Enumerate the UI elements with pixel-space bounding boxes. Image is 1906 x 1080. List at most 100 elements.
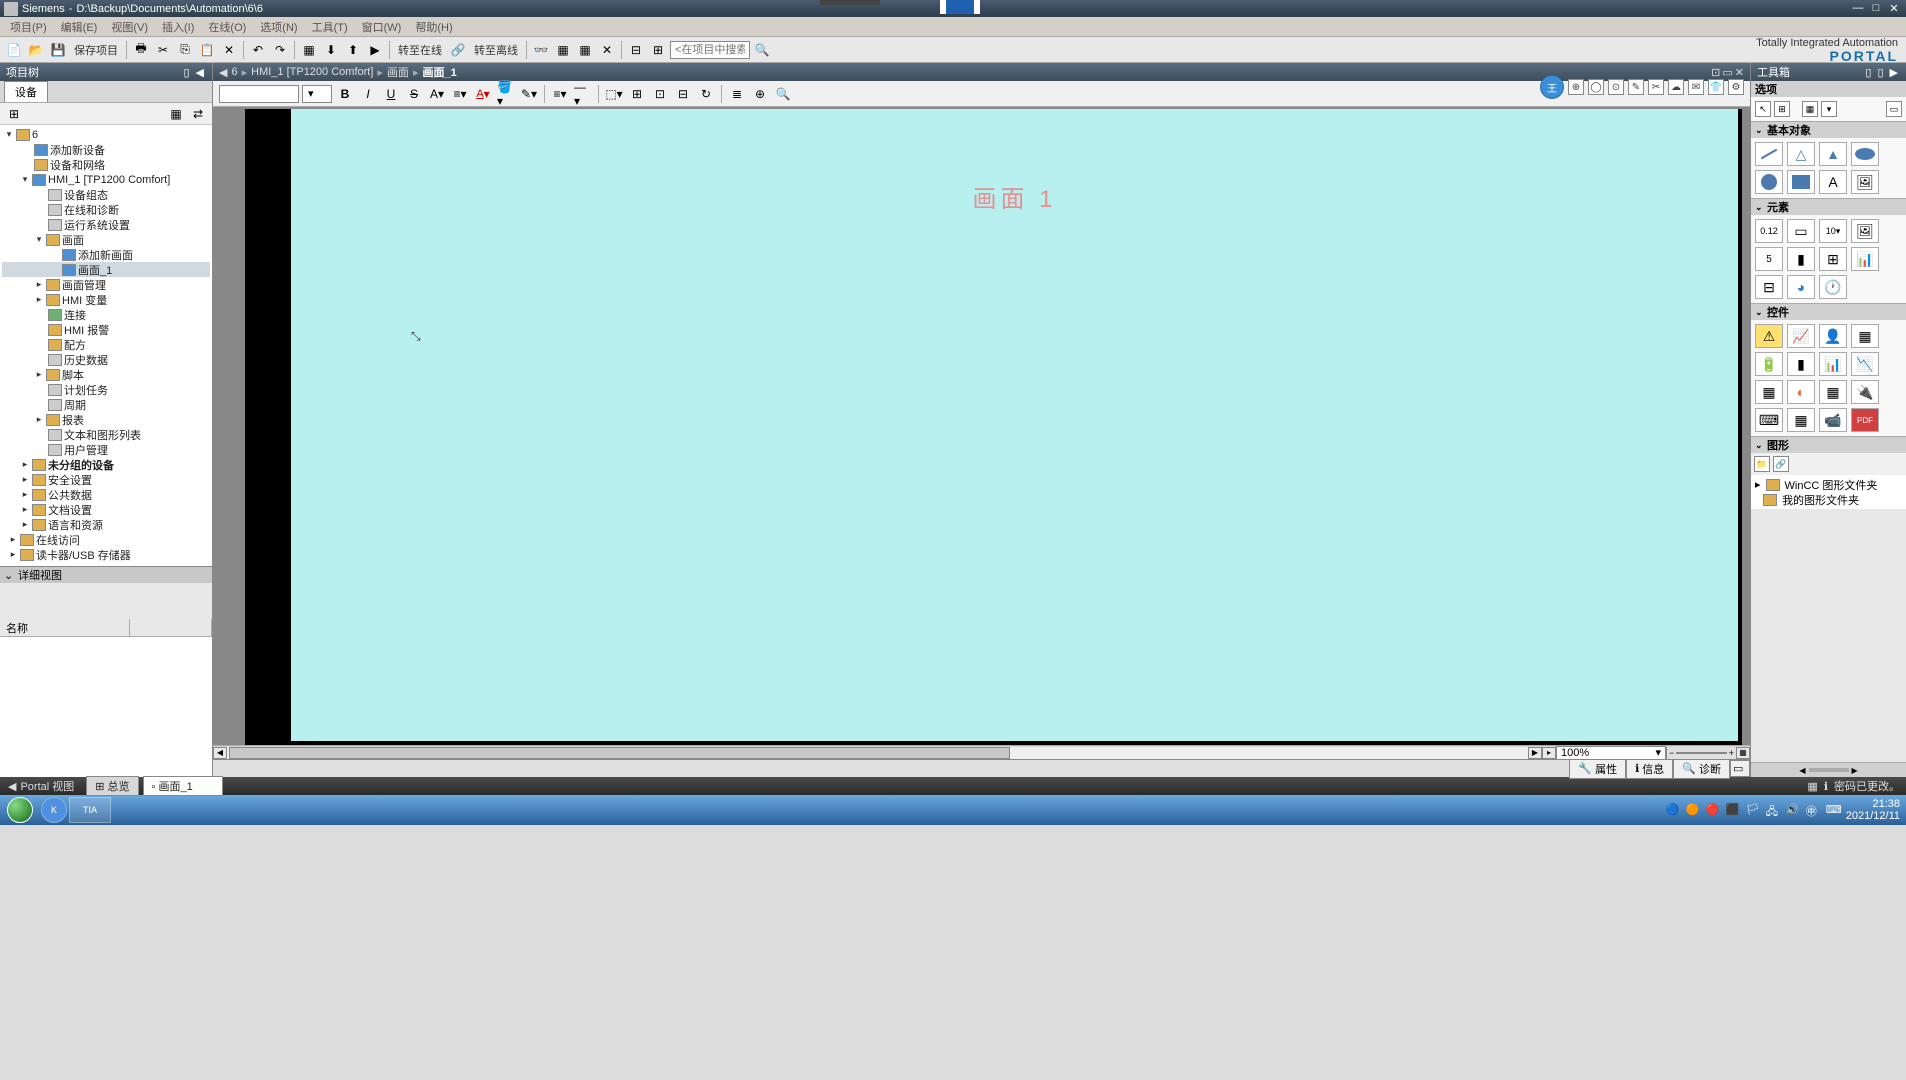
tree-hide-icon[interactable]: ◀ [194,66,206,79]
tool-msg[interactable]: ✉ [1688,79,1704,95]
menu-options[interactable]: 选项(N) [254,18,303,36]
tool-slider[interactable]: ⊟ [1755,275,1783,299]
tree-hmi[interactable]: ▾HMI_1 [TP1200 Comfort] [2,172,210,187]
zoom-combo[interactable]: 100% ▾ [1556,746,1666,760]
simulate-button[interactable]: ▶ [365,40,385,60]
font-style-button[interactable]: A▾ [427,84,447,104]
tool-circle[interactable]: ⊙ [1608,79,1624,95]
breadcrumb-1[interactable]: 6 [231,66,237,78]
scroll-thumb[interactable] [229,747,1010,759]
tray-volume-icon[interactable]: 🔊 [1786,803,1800,817]
tool-switch[interactable]: ⊞ [1819,247,1847,271]
opt-4[interactable]: ▾ [1821,101,1837,117]
doc-tab-screen1[interactable]: ▫ 画面_1 [143,776,223,796]
open-project-button[interactable]: 📂 [26,40,46,60]
detail-col-2[interactable] [130,619,212,636]
tree-root[interactable]: ▾6 [2,127,210,142]
graphics-my-folder[interactable]: 我的图形文件夹 [1755,492,1902,507]
tree-filter-icon[interactable]: ⊞ [4,104,24,124]
horizontal-scrollbar[interactable]: ◀ ▶ ▸ 100% ▾ − + ▦ [213,745,1750,759]
overview-tab[interactable]: ⊞ 总览 [86,776,138,796]
menu-insert[interactable]: 插入(I) [156,18,200,36]
tree-screen-1[interactable]: 画面_1 [2,262,210,277]
zoom-out-icon[interactable]: − [1669,748,1674,758]
ctrl-media[interactable]: ▦ [1755,380,1783,404]
tab-properties[interactable]: 🔧属性 [1569,759,1626,779]
tree-recipes[interactable]: 配方 [2,337,210,352]
tool-gauge[interactable]: ◕ [1787,275,1815,299]
distribute-button[interactable]: ⊟ [673,84,693,104]
breadcrumb-4[interactable]: 画面_1 [422,64,456,80]
delete-button[interactable]: ✕ [219,40,239,60]
graphics-link-icon[interactable]: 🔗 [1773,456,1789,472]
tree-scripts[interactable]: ▸脚本 [2,367,210,382]
cut-button[interactable]: ✂ [153,40,173,60]
toolbox-pin-icon[interactable]: ▯ [1863,66,1873,79]
controls-header[interactable]: ⌄控件 [1751,304,1906,320]
breadcrumb-2[interactable]: HMI_1 [TP1200 Comfort] [251,66,373,78]
save-button[interactable]: 💾 [48,40,68,60]
graphics-new-icon[interactable]: 📁 [1754,456,1770,472]
menu-window[interactable]: 窗口(W) [356,18,408,36]
paste-button[interactable]: 📋 [197,40,217,60]
underline-button[interactable]: U [381,84,401,104]
align-button[interactable]: ≡▾ [450,84,470,104]
tree-user-admin[interactable]: 用户管理 [2,442,210,457]
tree-devices-networks[interactable]: 设备和网络 [2,157,210,172]
undo-button[interactable]: ↶ [248,40,268,60]
line-color-button[interactable]: ✎▾ [519,84,539,104]
ctrl-html[interactable]: ▦ [1851,324,1879,348]
minimize-button[interactable]: — [1850,2,1866,15]
tree-cycles[interactable]: 周期 [2,397,210,412]
ctrl-charge[interactable]: 🔌 [1851,380,1879,404]
tool-polyline[interactable]: △ [1787,142,1815,166]
tree-scheduled[interactable]: 计划任务 [2,382,210,397]
font-color-button[interactable]: A▾ [473,84,493,104]
tool-button[interactable]: ▭ [1787,219,1815,243]
tree-device-config[interactable]: 设备组态 [2,187,210,202]
group-button[interactable]: ⊡ [650,84,670,104]
go-online-icon[interactable]: 🔗 [448,40,468,60]
tree-add-device[interactable]: 添加新设备 [2,142,210,157]
tree-tab-devices[interactable]: 设备 [4,81,48,102]
opt-pointer[interactable]: ↖ [1755,101,1771,117]
menu-edit[interactable]: 编辑(E) [55,18,104,36]
tool-bar[interactable]: ▮ [1787,247,1815,271]
scroll-left-icon[interactable]: ◀ [213,747,227,759]
tool-symbolic-io[interactable]: 10▾ [1819,219,1847,243]
ctrl-pdf-view[interactable]: PDF [1851,408,1879,432]
start-button[interactable] [0,795,40,825]
tool-rectangle[interactable] [1787,170,1815,194]
redo-button[interactable]: ↷ [270,40,290,60]
tray-icon-3[interactable]: 🔴 [1706,803,1720,817]
menu-project[interactable]: 项目(P) [4,18,53,36]
options-header[interactable]: 选项 [1751,81,1906,97]
tool-person[interactable]: 👕 [1708,79,1724,95]
tree-screens[interactable]: ▾画面 [2,232,210,247]
upload-button[interactable]: ⬆ [343,40,363,60]
tool-cloud[interactable]: ☁ [1668,79,1684,95]
go-online-label[interactable]: 转至在线 [394,42,446,58]
new-project-button[interactable]: 📄 [4,40,24,60]
ctrl-recipe[interactable]: ▮ [1787,352,1815,376]
fill-color-button[interactable]: 🪣▾ [496,84,516,104]
tree-historical[interactable]: 历史数据 [2,352,210,367]
close-button[interactable]: ✕ [1886,2,1902,15]
hmi-screen[interactable]: 画面 1 ⤡ [291,109,1738,741]
ctrl-wlan[interactable]: ▦ [1819,380,1847,404]
tool-graphic-view[interactable]: 🖼 [1851,170,1879,194]
breadcrumb-3[interactable]: 画面 [387,64,409,80]
basic-header[interactable]: ⌄基本对象 [1751,122,1906,138]
graphics-header[interactable]: ⌄图形 [1751,437,1906,453]
zoom-fit-button[interactable]: ⊕ [750,84,770,104]
font-family-combo[interactable] [219,85,299,103]
tree-doc-settings[interactable]: ▸文档设置 [2,502,210,517]
tree-text-graphic[interactable]: 文本和图形列表 [2,427,210,442]
go-offline-label[interactable]: 转至离线 [470,42,522,58]
ctrl-system-diag[interactable]: 📉 [1851,352,1879,376]
tree-add-screen[interactable]: 添加新画面 [2,247,210,262]
tool-text[interactable]: A [1819,170,1847,194]
detail-col-name[interactable]: 名称 [0,619,130,636]
align-obj-button[interactable]: ⊞ [627,84,647,104]
opt-3[interactable]: ▦ [1802,101,1818,117]
